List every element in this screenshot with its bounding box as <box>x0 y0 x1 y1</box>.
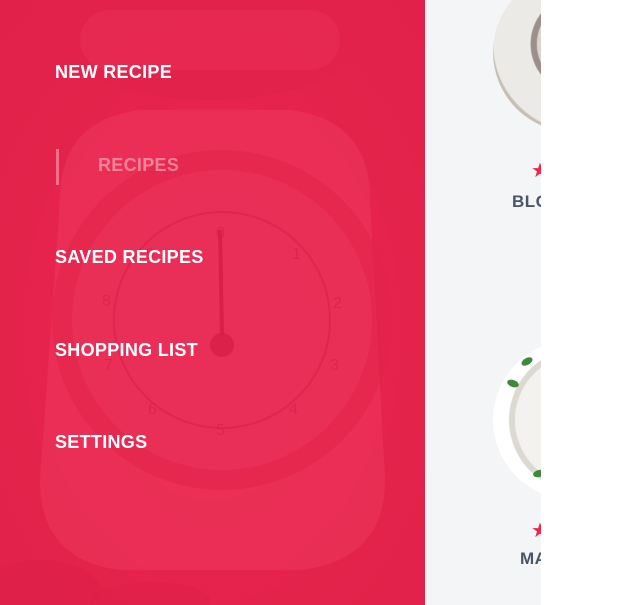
drawer-overlay <box>0 0 425 605</box>
menu-item-settings[interactable]: SETTINGS <box>55 432 147 453</box>
recipe-list-edge <box>541 0 636 605</box>
star-icon: ★ <box>531 518 541 542</box>
recipe-title: BLO <box>512 192 541 211</box>
menu-item-recipes[interactable]: RECIPES <box>98 155 179 176</box>
menu-item-shopping-list[interactable]: SHOPPING LIST <box>55 340 198 361</box>
recipe-card[interactable]: ★ BLO <box>425 0 541 240</box>
recipe-image <box>493 0 541 132</box>
recipe-card[interactable]: ★ MA <box>425 320 541 580</box>
navigation-drawer: 0 1 2 3 4 5 6 7 8 9 NEW RECIPE RECIPES S… <box>0 0 425 605</box>
recipe-title: MA <box>520 549 541 568</box>
app-screen: ★ BLO ★ MA <box>0 0 636 605</box>
menu-item-saved-recipes[interactable]: SAVED RECIPES <box>55 247 204 268</box>
recipe-image <box>493 340 541 500</box>
active-indicator <box>56 149 59 185</box>
star-icon: ★ <box>531 158 541 182</box>
menu-item-new-recipe[interactable]: NEW RECIPE <box>55 62 172 83</box>
